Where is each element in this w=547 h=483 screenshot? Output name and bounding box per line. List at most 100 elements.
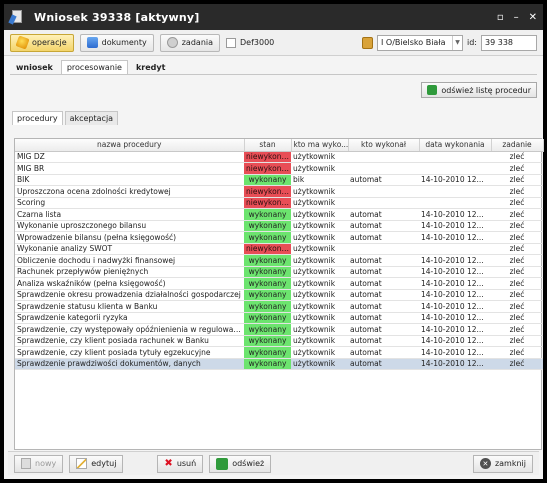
column-header-assignee[interactable]: kto ma wyko... bbox=[291, 139, 349, 152]
minimize-icon[interactable]: – bbox=[514, 12, 519, 23]
performed-by-cell: automat bbox=[348, 323, 419, 336]
table-row[interactable]: Sprawdzenie, czy klient posiada rachunek… bbox=[15, 335, 543, 347]
refresh-procedures-button[interactable]: odśwież listę procedur bbox=[421, 82, 537, 98]
task-cell[interactable]: zleć bbox=[491, 162, 543, 175]
task-cell[interactable]: zleć bbox=[491, 197, 543, 209]
restore-icon[interactable]: ▫ bbox=[497, 12, 504, 23]
task-cell[interactable]: zleć bbox=[491, 346, 543, 359]
task-cell[interactable]: zleć bbox=[491, 266, 543, 278]
task-cell[interactable]: zleć bbox=[491, 231, 543, 244]
task-cell[interactable]: zleć bbox=[491, 243, 543, 255]
table-row[interactable]: Obliczenie dochodu i nadwyżki finansowej… bbox=[15, 254, 543, 267]
performed-by-cell: automat bbox=[348, 346, 419, 359]
window-title: Wniosek 39338 [aktywny] bbox=[34, 10, 200, 24]
column-header-date[interactable]: data wykonania bbox=[419, 139, 492, 152]
performed-by-cell: automat bbox=[348, 358, 419, 370]
def3000-checkbox[interactable]: Def3000 bbox=[226, 37, 274, 48]
documents-button[interactable]: dokumenty bbox=[79, 33, 154, 52]
application-window: Wniosek 39338 [aktywny] ▫ – ✕ operacje d… bbox=[0, 0, 547, 483]
task-cell[interactable]: zleć bbox=[491, 312, 543, 324]
table-row[interactable]: Sprawdzenie kategorii ryzyka wykonany użyt… bbox=[15, 312, 543, 324]
chevron-down-icon[interactable]: ▼ bbox=[452, 35, 462, 50]
table-row[interactable]: Sprawdzenie statusu klienta w Banku wykon… bbox=[15, 300, 543, 313]
tab-akceptacja[interactable]: akceptacja bbox=[64, 111, 119, 125]
assignee-cell: bik bbox=[291, 174, 348, 186]
operations-button[interactable]: operacje bbox=[10, 33, 74, 52]
column-header-name[interactable]: nazwa procedury bbox=[15, 139, 245, 152]
table-row[interactable]: Sprawdzenie prawdziwości dokumentów, dan… bbox=[15, 358, 543, 370]
column-header-performed-by[interactable]: kto wykonał bbox=[348, 139, 420, 152]
procedure-name-cell: Sprawdzenie okresu prowadzenia działalno… bbox=[15, 289, 244, 301]
table-row[interactable]: Czarna lista wykonany użytkownik automat 14-… bbox=[15, 208, 543, 221]
table-row[interactable]: Sprawdzenie, czy występowały opóźnienien… bbox=[15, 323, 543, 336]
assignee-cell: użytkownik bbox=[291, 151, 348, 163]
tab-kredyt[interactable]: kredyt bbox=[130, 60, 171, 74]
performed-by-cell: automat bbox=[348, 174, 419, 186]
column-header-task[interactable]: zadanie bbox=[491, 139, 544, 152]
status-cell: wykonany bbox=[244, 231, 291, 244]
date-cell bbox=[419, 185, 491, 198]
new-button[interactable]: nowy bbox=[14, 454, 64, 473]
procedure-name-cell: Sprawdzenie statusu klienta w Banku bbox=[15, 300, 244, 313]
tasks-label: zadania bbox=[181, 38, 214, 47]
table-row[interactable]: MIG BR niewykonany użytkownik zleć bbox=[15, 162, 543, 175]
status-cell: wykonany bbox=[244, 174, 291, 186]
table-row[interactable]: BIK wykonany bik automat 14-10-2010 12... zle… bbox=[15, 174, 543, 186]
lock-icon bbox=[362, 36, 373, 49]
table-row[interactable]: Sprawdzenie okresu prowadzenia działalno… bbox=[15, 289, 543, 301]
assignee-cell: użytkownik bbox=[291, 254, 348, 267]
id-field[interactable]: 39 338 bbox=[481, 34, 537, 51]
tasks-button[interactable]: zadania bbox=[159, 33, 221, 52]
procedure-name-cell: MIG DZ bbox=[15, 151, 244, 163]
table-row[interactable]: Wykonanie analizy SWOT niewykonany użytkow… bbox=[15, 243, 543, 255]
checkbox-box[interactable] bbox=[226, 37, 237, 48]
assignee-cell: użytkownik bbox=[291, 289, 348, 301]
task-cell[interactable]: zleć bbox=[491, 254, 543, 267]
table-row[interactable]: MIG DZ niewykonany użytkownik zleć bbox=[15, 151, 543, 163]
close-icon[interactable]: ✕ bbox=[529, 12, 537, 23]
tab-divider bbox=[10, 74, 537, 75]
id-label: id: bbox=[467, 38, 477, 47]
title-bar[interactable]: Wniosek 39338 [aktywny] ▫ – ✕ bbox=[4, 4, 543, 30]
column-header-status[interactable]: stan bbox=[244, 139, 292, 152]
bottom-toolbar: nowy edytuj ✖ usuń odśwież ✕ zamknij bbox=[8, 451, 539, 475]
date-cell: 14-10-2010 12... bbox=[419, 220, 491, 232]
task-cell[interactable]: zleć bbox=[491, 323, 543, 336]
task-cell[interactable]: zleć bbox=[491, 151, 543, 163]
close-button[interactable]: ✕ zamknij bbox=[472, 454, 533, 473]
task-cell[interactable]: zleć bbox=[491, 277, 543, 290]
tab-wniosek[interactable]: wniosek bbox=[10, 60, 59, 74]
tab-procesowanie[interactable]: procesowanie bbox=[60, 60, 128, 74]
table-row[interactable]: Uproszczona ocena zdolności kredytowej ni… bbox=[15, 185, 543, 198]
branch-value: I O/Bielsko Biała bbox=[381, 38, 446, 47]
task-cell[interactable]: zleć bbox=[491, 289, 543, 301]
date-cell bbox=[419, 162, 491, 175]
status-cell: wykonany bbox=[244, 323, 291, 336]
refresh-row: odśwież listę procedur bbox=[4, 79, 543, 101]
branch-select[interactable]: I O/Bielsko Biała ▼ bbox=[377, 34, 463, 51]
refresh-button[interactable]: odśwież bbox=[209, 454, 272, 473]
table-row[interactable]: Analiza wskaźników (pełna księgowość) wyk… bbox=[15, 277, 543, 290]
task-cell[interactable]: zleć bbox=[491, 358, 543, 370]
refresh-label: odśwież bbox=[232, 459, 265, 468]
task-cell[interactable]: zleć bbox=[491, 220, 543, 232]
task-cell[interactable]: zleć bbox=[491, 300, 543, 313]
procedure-name-cell: Analiza wskaźników (pełna księgowość) bbox=[15, 277, 244, 290]
table-row[interactable]: Scoring niewykonany użytkownik zleć bbox=[15, 197, 543, 209]
table-row[interactable]: Sprawdzenie, czy klient posiada tytuły e… bbox=[15, 346, 543, 359]
close-circle-icon: ✕ bbox=[479, 458, 491, 469]
task-cell[interactable]: zleć bbox=[491, 208, 543, 221]
table-row[interactable]: Rachunek przepływów pieniężnych wykonany u… bbox=[15, 266, 543, 278]
delete-button[interactable]: ✖ usuń bbox=[157, 454, 204, 473]
task-cell[interactable]: zleć bbox=[491, 185, 543, 198]
tab-procedury[interactable]: procedury bbox=[12, 111, 63, 125]
edit-button[interactable]: edytuj bbox=[69, 454, 124, 473]
status-cell: wykonany bbox=[244, 312, 291, 324]
table-row[interactable]: Wprowadzenie bilansu (pełna księgowość) w… bbox=[15, 231, 543, 244]
table-row[interactable]: Wykonanie uproszczonego bilansu wykonany u… bbox=[15, 220, 543, 232]
assignee-cell: użytkownik bbox=[291, 335, 348, 347]
performed-by-cell bbox=[348, 185, 419, 198]
task-cell[interactable]: zleć bbox=[491, 335, 543, 347]
task-cell[interactable]: zleć bbox=[491, 174, 543, 186]
close-label: zamknij bbox=[494, 459, 526, 468]
